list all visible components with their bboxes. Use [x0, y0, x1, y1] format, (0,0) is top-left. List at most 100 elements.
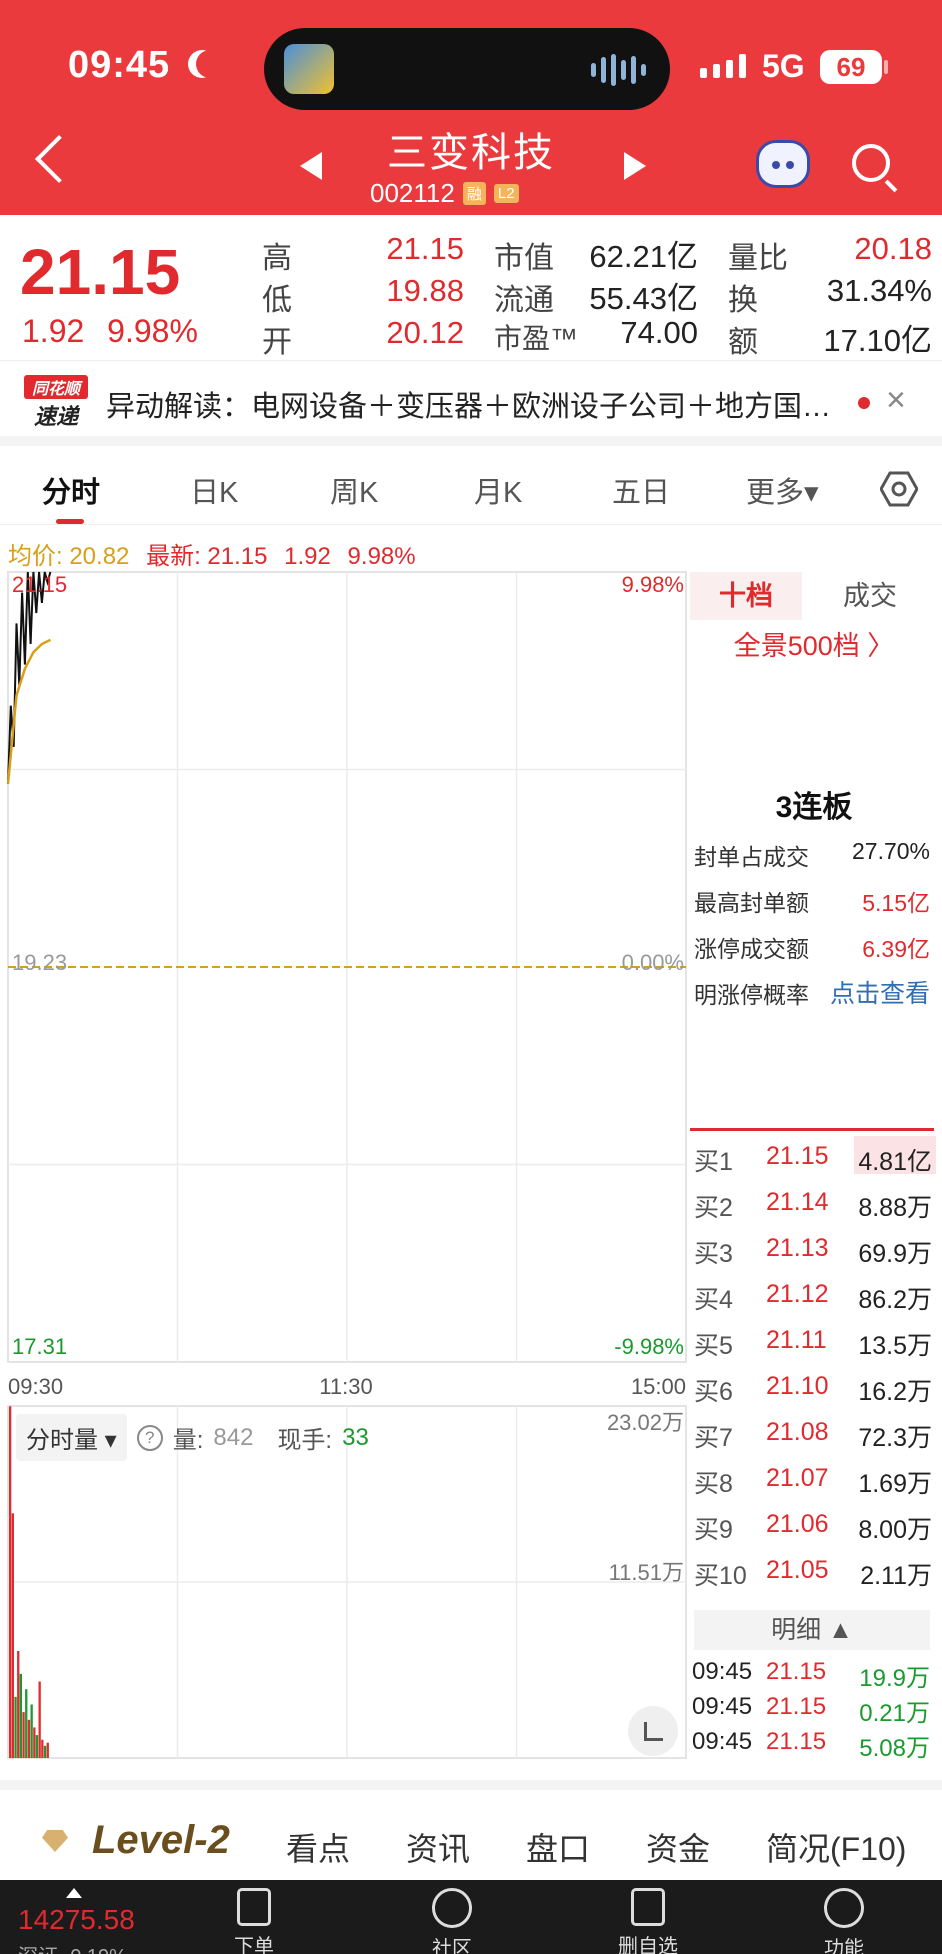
stat-value-max-seal: 5.15亿: [862, 890, 930, 916]
detail-toggle[interactable]: 明细 ▲: [694, 1610, 930, 1650]
top-header: 09:45 5G 69 三变科技 002112 融 L2: [0, 0, 942, 215]
stat-value-tomorrow-prob[interactable]: 点击查看: [830, 974, 930, 1010]
bid-row[interactable]: 买9 21.06 8.00万: [694, 1502, 938, 1548]
tab-deals[interactable]: 成交: [802, 572, 938, 620]
nav-place-order[interactable]: 下单: [204, 1888, 304, 1954]
back-icon[interactable]: [34, 134, 84, 184]
volume-bar: [14, 1696, 17, 1758]
bottom-navbar: 14275.58 深证 -0.19% 下单 社区 删自选 功能: [0, 1880, 942, 1954]
stat-label-seal-ratio: 封单占成交: [694, 844, 809, 870]
intraday-chart[interactable]: 21.15 19.23 17.31 9.98% 0.00% -9.98% 09:…: [0, 568, 690, 1768]
quote-label-pe: 市盈™: [494, 323, 579, 354]
help-icon[interactable]: ?: [136, 1424, 163, 1451]
full-500-levels-link[interactable]: 全景500档 〉: [690, 624, 938, 663]
latest-change-pct: 9.98%: [347, 543, 416, 570]
y-right-label-top: 9.98%: [622, 572, 684, 597]
change-amount: 1.92: [22, 313, 85, 349]
anomaly-banner[interactable]: 同花顺 速递 异动解读：电网设备＋变压器＋欧洲设子公司＋地方国… ×: [0, 360, 942, 446]
quote-label-volratio: 量比: [728, 242, 788, 275]
tab-weekly-k[interactable]: 周K: [330, 469, 378, 511]
chart-grid: [7, 571, 687, 1759]
bid-quantity: 8.88万: [858, 1194, 932, 1222]
quote-value-pe: 74.00: [620, 315, 698, 350]
bid-row[interactable]: 买10 21.05 2.11万: [694, 1548, 938, 1594]
nav-remove-watchlist[interactable]: 删自选: [598, 1888, 698, 1954]
bid-price: 21.07: [766, 1464, 829, 1492]
bid-row[interactable]: 买2 21.14 8.88万: [694, 1180, 938, 1226]
bid-level-label: 买7: [694, 1424, 733, 1452]
x-tick-noon: 11:30: [319, 1374, 372, 1399]
bid-row[interactable]: 买4 21.12 86.2万: [694, 1272, 938, 1318]
prev-stock-icon[interactable]: [300, 152, 322, 180]
nav-functions[interactable]: 功能: [794, 1888, 894, 1954]
consecutive-limit-badge: 3连板: [775, 791, 853, 824]
quote-label-mktcap: 市值: [494, 242, 554, 275]
bid-level-label: 买10: [694, 1562, 747, 1590]
index-sub: 深证 -0.19%: [18, 1940, 127, 1954]
tab-highlights[interactable]: 看点: [286, 1824, 350, 1870]
trade-time: 09:45: [692, 1728, 753, 1755]
avg-price-label: 均价: 20.82: [8, 543, 130, 570]
status-time: 09:45: [68, 44, 171, 86]
functions-menu-icon: [824, 1888, 864, 1928]
quote-value-amount: 17.10亿: [823, 323, 932, 358]
index-value[interactable]: 14275.58: [18, 1904, 135, 1936]
x-tick-open: 09:30: [8, 1374, 63, 1399]
quote-value-low: 19.88: [386, 273, 464, 308]
bid-row[interactable]: 买1 21.15 4.81亿: [694, 1134, 938, 1180]
search-icon[interactable]: [852, 144, 890, 182]
settings-hexagon-icon[interactable]: [880, 470, 918, 508]
nav-community[interactable]: 社区: [402, 1888, 502, 1954]
vol-y-mid: 11.51万: [609, 1560, 684, 1585]
bid-level-label: 买4: [694, 1286, 733, 1314]
remove-watchlist-icon: [631, 1888, 665, 1926]
trade-time: 09:45: [692, 1693, 753, 1720]
nav-functions-label: 功能: [824, 1938, 864, 1954]
tab-order-book[interactable]: 盘口: [526, 1824, 590, 1870]
bid-row[interactable]: 买5 21.11 13.5万: [694, 1318, 938, 1364]
tab-ten-levels[interactable]: 十档: [690, 572, 802, 620]
tab-daily-k[interactable]: 日K: [190, 469, 238, 511]
tab-more[interactable]: 更多▾: [746, 469, 819, 511]
bid-level-label: 买3: [694, 1240, 733, 1268]
trade-time: 09:45: [692, 1658, 753, 1685]
price-line: [7, 571, 52, 784]
banner-text[interactable]: 异动解读：电网设备＋变压器＋欧洲设子公司＋地方国…: [106, 383, 831, 425]
tab-monthly-k[interactable]: 月K: [474, 469, 522, 511]
tab-level2[interactable]: Level-2: [92, 1818, 230, 1863]
quote-label-float: 流通: [494, 284, 554, 317]
tab-profile-f10[interactable]: 简况(F10): [766, 1824, 906, 1870]
close-icon[interactable]: ×: [886, 381, 906, 420]
robot-assistant-icon[interactable]: [756, 140, 810, 188]
bid-price: 21.13: [766, 1234, 829, 1262]
index-expand-icon[interactable]: [66, 1888, 82, 1898]
quote-label-amount: 额: [728, 326, 758, 359]
tab-five-day[interactable]: 五日: [612, 469, 670, 511]
tab-capital[interactable]: 资金: [646, 1824, 710, 1870]
bid-quantity: 2.11万: [860, 1562, 932, 1590]
trade-volume: 0.21万: [859, 1700, 930, 1727]
bid-price: 21.11: [766, 1326, 827, 1354]
expand-chart-icon[interactable]: [628, 1706, 678, 1756]
bid-level-label: 买5: [694, 1332, 733, 1360]
moon-icon: [196, 50, 224, 78]
volume-bar: [43, 1745, 47, 1758]
bid-row[interactable]: 买6 21.10 16.2万: [694, 1364, 938, 1410]
stat-label-tomorrow-prob: 明涨停概率: [694, 982, 809, 1008]
next-stock-icon[interactable]: [624, 152, 646, 180]
tab-intraday[interactable]: 分时: [42, 469, 100, 511]
tab-news[interactable]: 资讯: [406, 1824, 470, 1870]
volume-bar: [27, 1719, 31, 1758]
bid-quantity: 1.69万: [858, 1470, 932, 1498]
bid-row[interactable]: 买8 21.07 1.69万: [694, 1456, 938, 1502]
bid-row[interactable]: 买3 21.13 69.9万: [694, 1226, 938, 1272]
volume-dropdown[interactable]: 分时量 ▾: [16, 1414, 127, 1461]
bid-row[interactable]: 买7 21.08 72.3万: [694, 1410, 938, 1456]
audio-wave-icon: [591, 54, 646, 86]
x-tick-close: 15:00: [631, 1374, 686, 1399]
volume-bar: [46, 1742, 49, 1758]
avg-price-line: [6, 638, 51, 785]
stat-value-seal-ratio: 27.70%: [851, 838, 930, 864]
dynamic-island: [264, 28, 670, 110]
quote-label-high: 高: [262, 242, 292, 275]
